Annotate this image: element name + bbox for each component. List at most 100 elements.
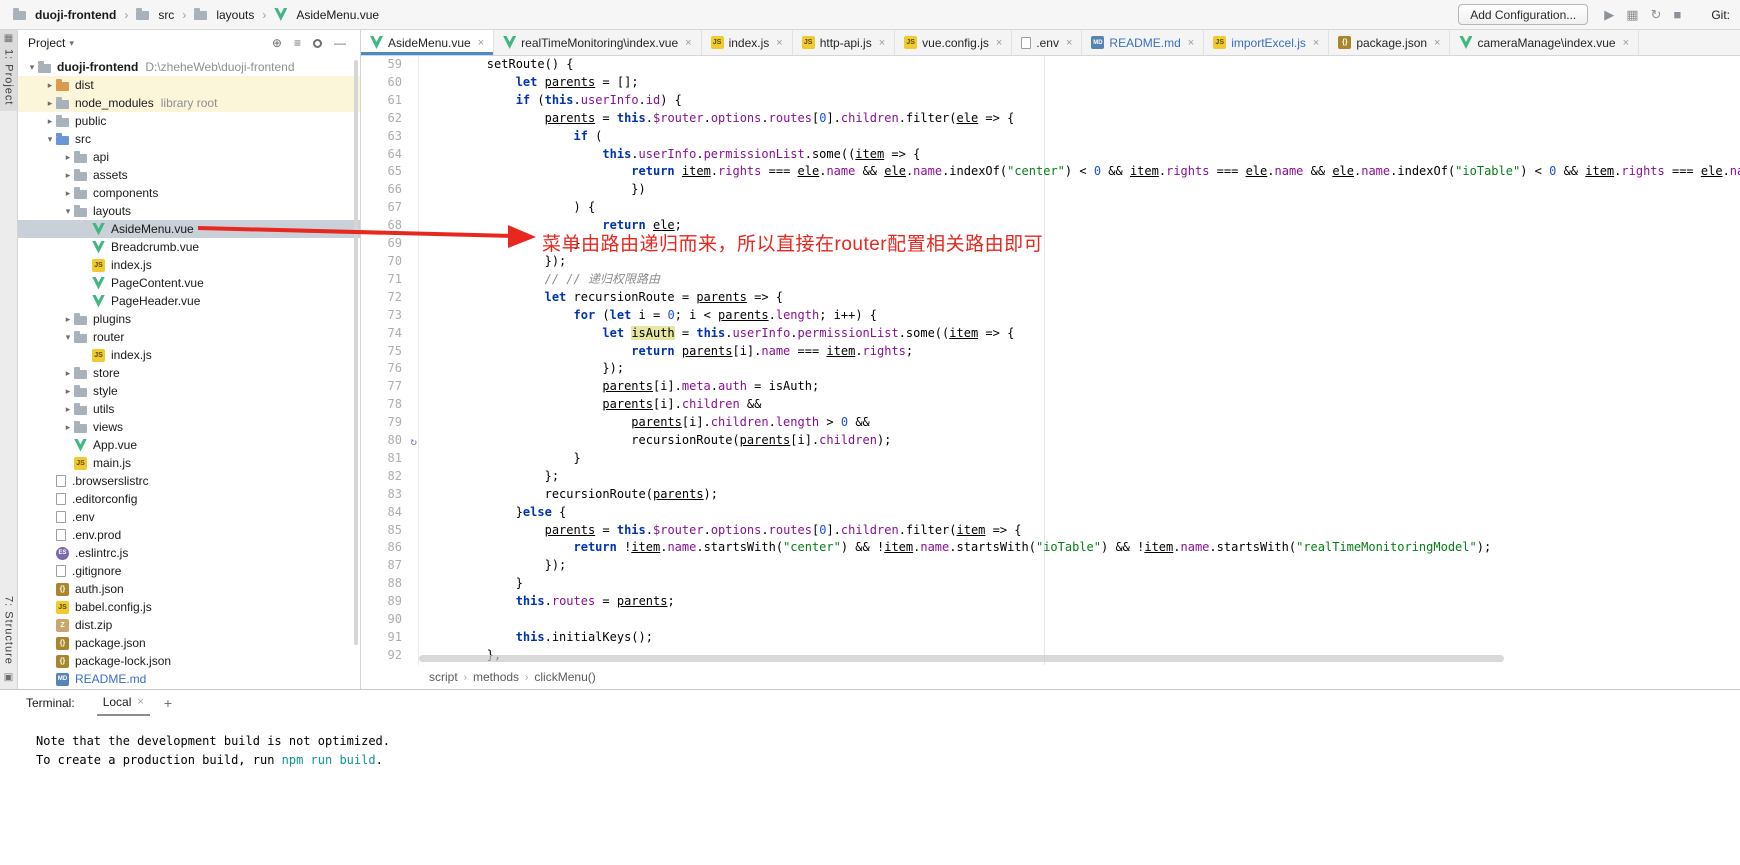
close-tab-icon[interactable]: ×	[879, 37, 885, 49]
line-number-67[interactable]: 67	[361, 199, 418, 217]
code-line-75[interactable]: return parents[i].name === item.rights;	[429, 343, 1740, 361]
close-tab-icon[interactable]: ×	[685, 37, 691, 49]
tree-item-dist-zip[interactable]: Zdist.zip	[18, 616, 360, 634]
tree-item-public[interactable]: ▸public	[18, 112, 360, 130]
tree-item-env[interactable]: .env	[18, 508, 360, 526]
tree-item-utils[interactable]: ▸utils	[18, 400, 360, 418]
project-toolwindow-button[interactable]: ▦ 1: Project	[0, 30, 17, 111]
line-number-89[interactable]: 89	[361, 593, 418, 611]
breadcrumb-item-duoji-frontend[interactable]: duoji-frontend	[10, 6, 119, 24]
project-scrollbar[interactable]	[354, 60, 358, 645]
tab-asidemenu-vue[interactable]: AsideMenu.vue×	[361, 30, 494, 55]
terminal-tab-local[interactable]: Local ×	[97, 690, 150, 716]
tab-http-api-js[interactable]: JShttp-api.js×	[793, 30, 895, 55]
code-line-84[interactable]: }else {	[429, 504, 1740, 522]
new-terminal-button[interactable]: +	[164, 695, 172, 711]
code-line-80[interactable]: recursionRoute(parents[i].children);	[429, 432, 1740, 450]
recursion-icon[interactable]: ↻	[410, 433, 417, 451]
code-line-63[interactable]: if (	[429, 128, 1740, 146]
gear-icon[interactable]	[313, 39, 322, 48]
chevron-down-icon[interactable]: ▾	[44, 134, 56, 145]
collapse-all-icon[interactable]: ≡	[294, 37, 301, 49]
chevron-right-icon[interactable]: ▸	[62, 404, 74, 415]
close-tab-icon[interactable]: ×	[776, 37, 782, 49]
git-branch-label[interactable]: Git:	[1711, 8, 1730, 22]
tab-realtimemonitoring-index-vue[interactable]: realTimeMonitoring\index.vue×	[494, 30, 701, 55]
close-tab-icon[interactable]: ×	[1188, 37, 1194, 49]
line-number-61[interactable]: 61	[361, 92, 418, 110]
close-tab-icon[interactable]: ×	[1434, 37, 1440, 49]
build-project-button[interactable]: ▦	[1626, 8, 1638, 21]
line-number-80[interactable]: 80↻	[361, 432, 418, 450]
tree-item-index-js[interactable]: JSindex.js	[18, 256, 360, 274]
line-number-91[interactable]: 91	[361, 629, 418, 647]
tree-item-env-prod[interactable]: .env.prod	[18, 526, 360, 544]
tree-item-plugins[interactable]: ▸plugins	[18, 310, 360, 328]
code-line-86[interactable]: return !item.name.startsWith("center") &…	[429, 539, 1740, 557]
chevron-right-icon[interactable]: ▸	[62, 188, 74, 199]
line-number-71[interactable]: 71	[361, 271, 418, 289]
line-number-81[interactable]: 81	[361, 450, 418, 468]
line-number-79[interactable]: 79	[361, 414, 418, 432]
tab-cameramanage-index-vue[interactable]: cameraManage\index.vue×	[1450, 30, 1639, 55]
tab-vue-config-js[interactable]: JSvue.config.js×	[895, 30, 1012, 55]
hide-panel-icon[interactable]: —	[334, 37, 346, 49]
code-line-76[interactable]: });	[429, 360, 1740, 378]
line-number-85[interactable]: 85	[361, 522, 418, 540]
code-line-78[interactable]: parents[i].children &&	[429, 396, 1740, 414]
tree-item-app-vue[interactable]: App.vue	[18, 436, 360, 454]
code-line-66[interactable]: })	[429, 181, 1740, 199]
tree-item-readme-md[interactable]: MDREADME.md	[18, 670, 360, 688]
tree-item-views[interactable]: ▸views	[18, 418, 360, 436]
code-line-67[interactable]: ) {	[429, 199, 1740, 217]
tree-item-gitignore[interactable]: .gitignore	[18, 562, 360, 580]
toolwindow-icon[interactable]: ▣	[4, 673, 13, 683]
code-line-61[interactable]: if (this.userInfo.id) {	[429, 92, 1740, 110]
tree-item-auth-json[interactable]: {}auth.json	[18, 580, 360, 598]
tree-item-api[interactable]: ▸api	[18, 148, 360, 166]
line-number-66[interactable]: 66	[361, 181, 418, 199]
code-line-62[interactable]: parents = this.$router.options.routes[0]…	[429, 110, 1740, 128]
tree-item-style[interactable]: ▸style	[18, 382, 360, 400]
horizontal-scrollbar[interactable]	[419, 655, 1504, 662]
add-configuration-button[interactable]: Add Configuration...	[1458, 4, 1588, 25]
tree-item-duoji-frontend[interactable]: ▾duoji-frontendD:\zheheWeb\duoji-fronten…	[18, 58, 360, 76]
code-line-89[interactable]: this.routes = parents;	[429, 593, 1740, 611]
line-number-72[interactable]: 72	[361, 289, 418, 307]
code-line-79[interactable]: parents[i].children.length > 0 &&	[429, 414, 1740, 432]
code-line-83[interactable]: recursionRoute(parents);	[429, 486, 1740, 504]
code-line-60[interactable]: let parents = [];	[429, 74, 1740, 92]
tree-item-pagecontent-vue[interactable]: PageContent.vue	[18, 274, 360, 292]
chevron-right-icon[interactable]: ▸	[62, 368, 74, 379]
line-number-64[interactable]: 64	[361, 146, 418, 164]
line-number-75[interactable]: 75	[361, 343, 418, 361]
code-editor[interactable]: setRoute() { let parents = []; if (this.…	[419, 56, 1740, 665]
line-number-60[interactable]: 60	[361, 74, 418, 92]
line-number-77[interactable]: 77	[361, 378, 418, 396]
tree-item-node-modules[interactable]: ▸node_moduleslibrary root	[18, 94, 360, 112]
stop-button[interactable]: ■	[1673, 8, 1681, 21]
close-tab-icon[interactable]: ×	[1623, 37, 1629, 49]
chevron-right-icon[interactable]: ▸	[62, 422, 74, 433]
tree-item-dist[interactable]: ▸dist	[18, 76, 360, 94]
tree-item-router[interactable]: ▾router	[18, 328, 360, 346]
line-number-65[interactable]: 65	[361, 163, 418, 181]
code-line-74[interactable]: let isAuth = this.userInfo.permissionLis…	[429, 325, 1740, 343]
breadcrumb-item-asidemenu-vue[interactable]: AsideMenu.vue	[271, 6, 382, 24]
tree-item-layouts[interactable]: ▾layouts	[18, 202, 360, 220]
code-line-82[interactable]: };	[429, 468, 1740, 486]
close-tab-icon[interactable]: ×	[1313, 37, 1319, 49]
structure-toolwindow-button[interactable]: 7: Structure	[3, 596, 15, 665]
tree-item-main-js[interactable]: JSmain.js	[18, 454, 360, 472]
tree-item-browserslistrc[interactable]: .browserslistrc	[18, 472, 360, 490]
line-number-59[interactable]: 59	[361, 56, 418, 74]
chevron-right-icon[interactable]: ▸	[44, 98, 56, 109]
tree-item-assets[interactable]: ▸assets	[18, 166, 360, 184]
run-button[interactable]: ▶	[1604, 8, 1614, 21]
line-number-90[interactable]: 90	[361, 611, 418, 629]
line-number-63[interactable]: 63	[361, 128, 418, 146]
code-line-88[interactable]: }	[429, 575, 1740, 593]
tree-item-index-js[interactable]: JSindex.js	[18, 346, 360, 364]
sync-button[interactable]: ↻	[1651, 8, 1662, 21]
line-number-62[interactable]: 62	[361, 110, 418, 128]
